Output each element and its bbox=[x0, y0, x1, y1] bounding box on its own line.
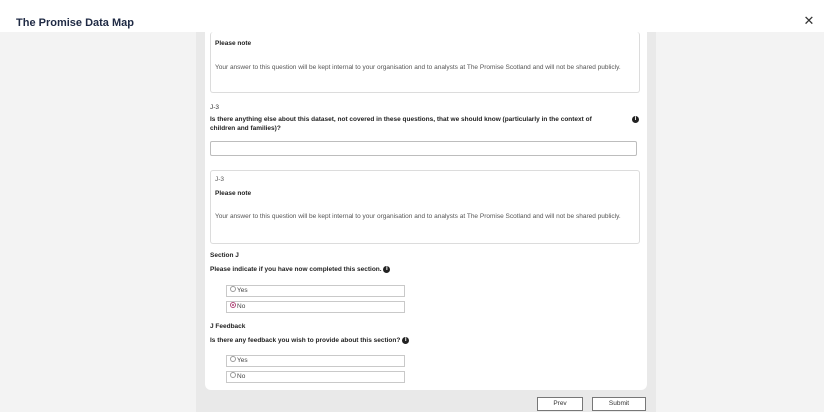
option-label: No bbox=[237, 373, 246, 380]
j-feedback-question-text: Is there any feedback you wish to provid… bbox=[210, 337, 401, 345]
note-code: J-3 bbox=[215, 176, 225, 183]
section-j-question: Please indicate if you have now complete… bbox=[210, 266, 391, 274]
j-feedback-question: Is there any feedback you wish to provid… bbox=[210, 337, 410, 345]
question-text: Is there anything else about this datase… bbox=[210, 116, 592, 132]
radio-no[interactable] bbox=[230, 302, 236, 309]
note-box bbox=[210, 170, 640, 244]
section-j-option-no[interactable]: No bbox=[226, 301, 405, 313]
section-j-question-text: Please indicate if you have now complete… bbox=[210, 266, 382, 274]
option-label: Yes bbox=[237, 357, 248, 364]
option-label: Yes bbox=[237, 287, 248, 294]
info-icon[interactable]: i bbox=[632, 116, 639, 123]
info-icon[interactable]: i bbox=[402, 337, 410, 344]
note-text: Your answer to this question will be kep… bbox=[215, 213, 621, 220]
note-heading: Please note bbox=[215, 40, 252, 47]
note-heading: Please note bbox=[215, 190, 252, 197]
j-feedback-option-yes[interactable]: Yes bbox=[226, 355, 405, 367]
submit-button[interactable]: Submit bbox=[592, 397, 646, 411]
question-code: J-3 bbox=[210, 104, 220, 111]
note-text: Your answer to this question will be kep… bbox=[215, 64, 621, 71]
j-feedback-option-no[interactable]: No bbox=[226, 371, 405, 383]
radio-yes[interactable] bbox=[230, 286, 236, 293]
app-title: The Promise Data Map bbox=[16, 17, 134, 29]
section-j-heading: Section J bbox=[210, 252, 239, 259]
option-label: No bbox=[237, 303, 246, 310]
question-j3-input[interactable] bbox=[210, 141, 637, 156]
radio-yes[interactable] bbox=[230, 356, 236, 363]
info-icon[interactable]: i bbox=[383, 266, 391, 273]
radio-no[interactable] bbox=[230, 372, 236, 379]
prev-button[interactable]: Prev bbox=[537, 397, 583, 411]
section-j-option-yes[interactable]: Yes bbox=[226, 285, 405, 297]
close-icon[interactable]: ✕ bbox=[802, 14, 816, 28]
j-feedback-heading: J Feedback bbox=[210, 323, 246, 330]
